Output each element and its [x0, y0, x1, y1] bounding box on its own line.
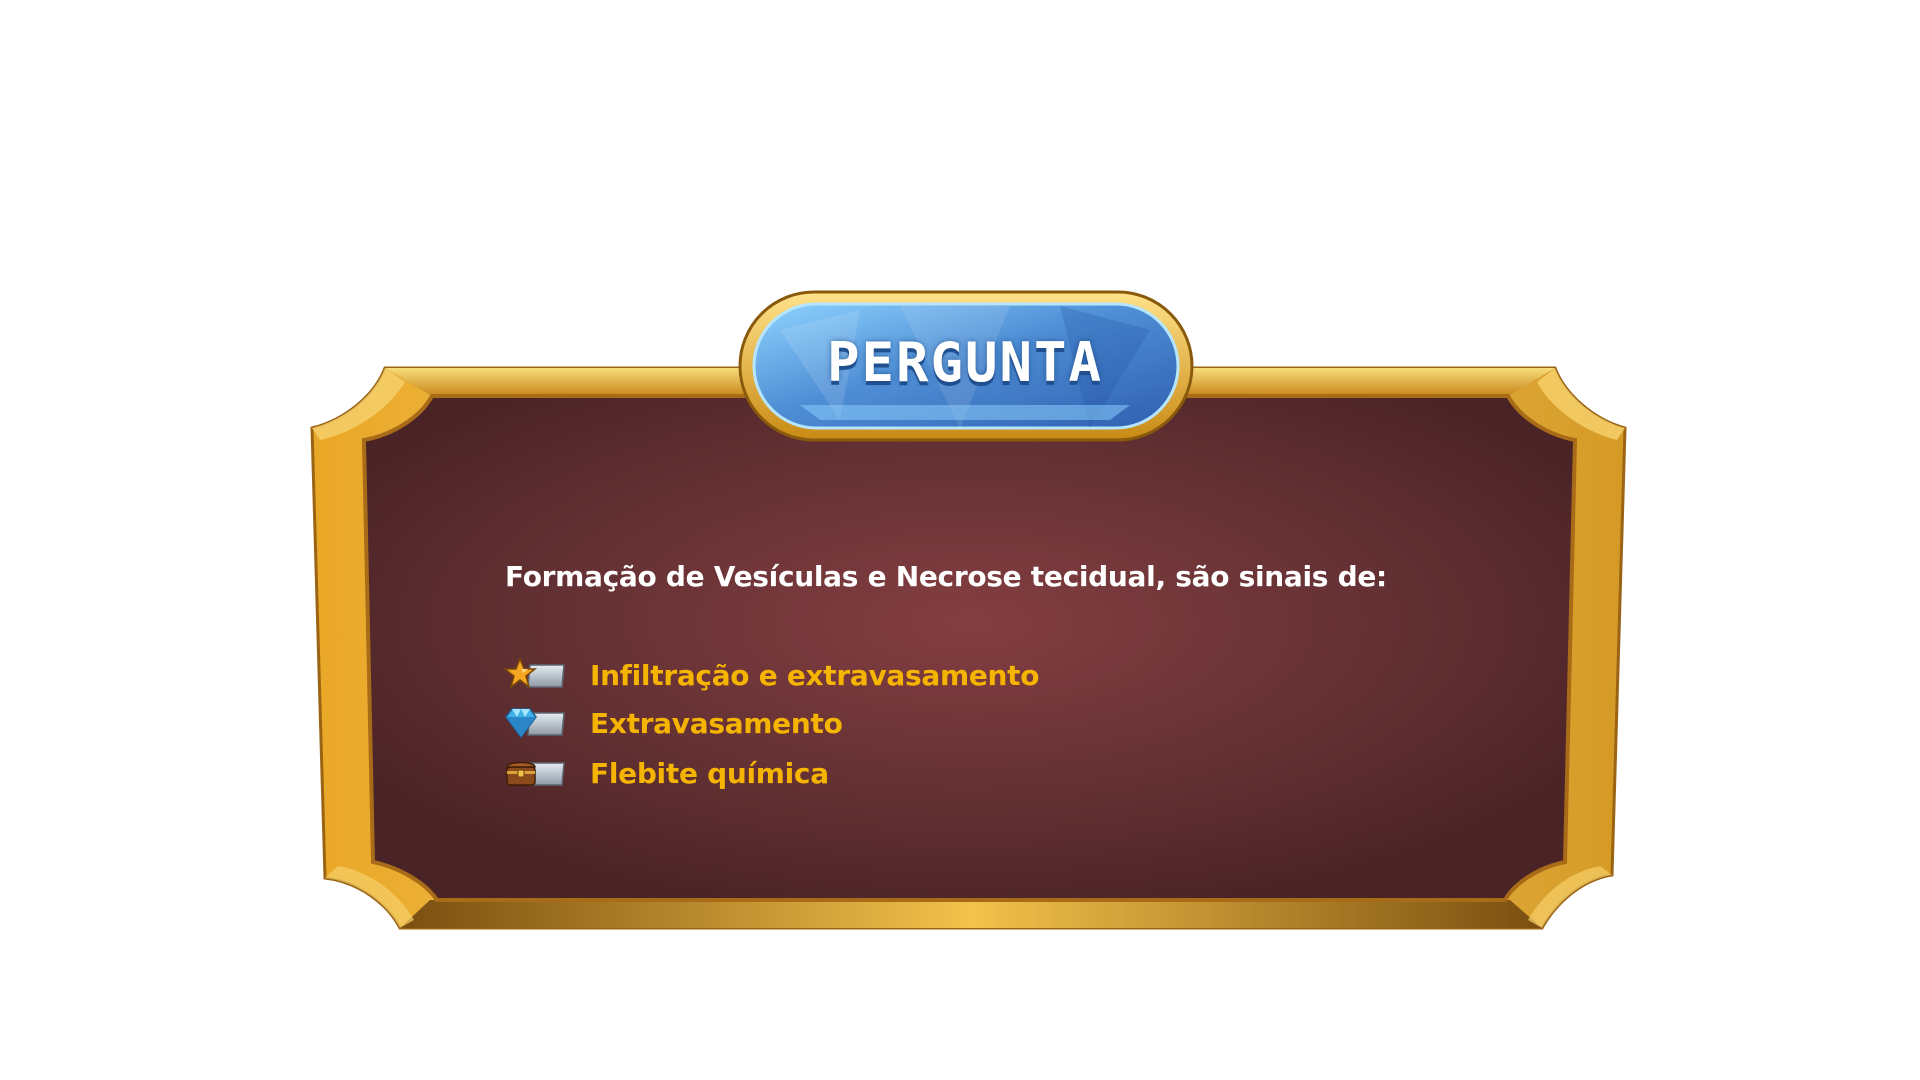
- diamond-icon: [505, 708, 565, 739]
- question-panel: [310, 290, 1627, 930]
- answer-list: Infiltração e extravasamento Extravasame…: [502, 652, 1502, 798]
- answer-label: Extravasamento: [590, 706, 843, 740]
- page-title: PERGUNTA: [826, 331, 1104, 394]
- answer-label: Infiltração e extravasamento: [590, 658, 1040, 692]
- game-screen: PERGUNTA Formação de Vesículas e Necrose…: [0, 0, 1920, 1080]
- treasure-chest-icon: [506, 761, 565, 786]
- answer-label: Flebite química: [590, 756, 829, 790]
- answer-option-2[interactable]: Extravasamento: [502, 700, 1502, 746]
- answer-option-1[interactable]: Infiltração e extravasamento: [502, 652, 1502, 698]
- answer-option-3[interactable]: Flebite química: [502, 750, 1502, 796]
- question-text: Formação de Vesículas e Necrose tecidual…: [505, 560, 1387, 593]
- star-icon: [502, 656, 565, 689]
